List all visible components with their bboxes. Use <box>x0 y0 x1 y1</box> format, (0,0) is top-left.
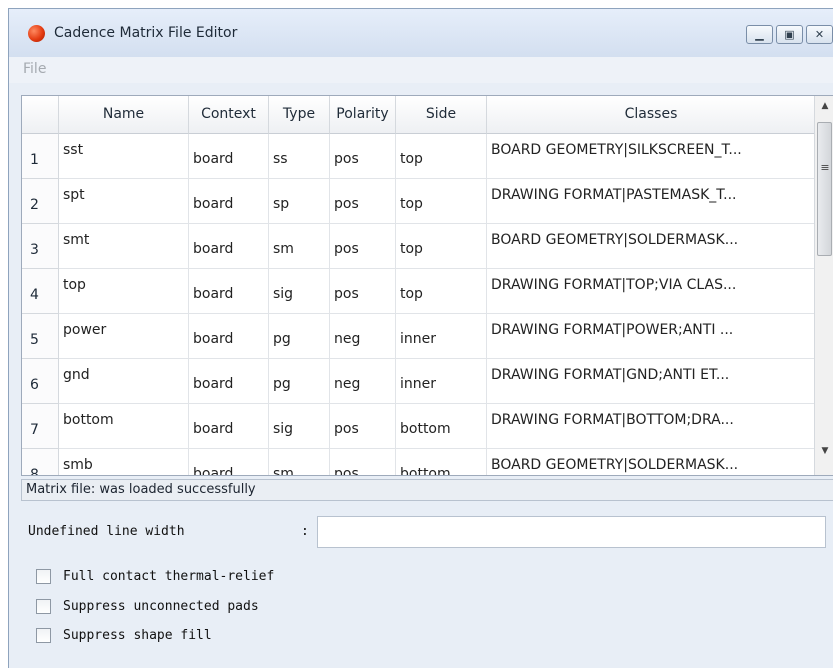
column-header-side[interactable]: Side <box>396 96 487 134</box>
scroll-down-icon[interactable]: ▼ <box>815 441 833 461</box>
cell-polarity[interactable]: pos <box>330 269 396 314</box>
full-contact-checkbox[interactable] <box>36 569 51 584</box>
close-button[interactable]: ✕ <box>806 25 833 44</box>
cell-name[interactable]: spt <box>59 179 189 224</box>
cell-name[interactable]: bottom <box>59 404 189 449</box>
cadence-logo-icon <box>28 25 45 42</box>
row-header[interactable]: 7 <box>22 404 59 449</box>
maximize-icon: ▣ <box>784 28 795 41</box>
column-header-context[interactable]: Context <box>189 96 269 134</box>
checkbox-row-suppress-pads[interactable]: Suppress unconnected pads <box>36 599 259 614</box>
cell-side[interactable]: top <box>396 269 487 314</box>
cell-polarity[interactable]: neg <box>330 314 396 359</box>
cell-type[interactable]: sig <box>269 404 330 449</box>
cell-classes[interactable]: BOARD GEOMETRY|SOLDERMASK... <box>487 449 816 475</box>
cell-classes[interactable]: DRAWING FORMAT|BOTTOM;DRA... <box>487 404 816 449</box>
cell-classes[interactable]: DRAWING FORMAT|PASTEMASK_T... <box>487 179 816 224</box>
cell-name[interactable]: power <box>59 314 189 359</box>
window-title: Cadence Matrix File Editor <box>54 25 238 41</box>
cell-context[interactable]: board <box>189 314 269 359</box>
column-header-classes[interactable]: Classes <box>487 96 816 134</box>
cell-side[interactable]: top <box>396 224 487 269</box>
cell-type[interactable]: pg <box>269 359 330 404</box>
row-header[interactable]: 1 <box>22 134 59 179</box>
cell-side[interactable]: top <box>396 134 487 179</box>
scroll-grip-icon: ≡ <box>820 161 830 174</box>
line-width-input[interactable] <box>317 516 826 548</box>
cell-type[interactable]: pg <box>269 314 330 359</box>
cell-polarity[interactable]: pos <box>330 224 396 269</box>
column-header-name[interactable]: Name <box>59 96 189 134</box>
menu-file[interactable]: File <box>23 61 46 77</box>
row-header[interactable]: 6 <box>22 359 59 404</box>
row-header[interactable]: 2 <box>22 179 59 224</box>
line-width-label: Undefined line width <box>28 524 185 539</box>
cell-name[interactable]: smt <box>59 224 189 269</box>
cell-type[interactable]: sm <box>269 449 330 475</box>
cell-polarity[interactable]: neg <box>330 359 396 404</box>
corner-header <box>22 96 59 134</box>
full-contact-label: Full contact thermal-relief <box>63 569 275 584</box>
cell-type[interactable]: sig <box>269 269 330 314</box>
maximize-button[interactable]: ▣ <box>776 25 803 44</box>
cell-context[interactable]: board <box>189 359 269 404</box>
cell-side[interactable]: bottom <box>396 404 487 449</box>
suppress-fill-checkbox[interactable] <box>36 628 51 643</box>
row-header[interactable]: 8 <box>22 449 59 475</box>
cell-type[interactable]: ss <box>269 134 330 179</box>
status-bar: Matrix file: was loaded successfully <box>21 479 833 501</box>
cell-name[interactable]: gnd <box>59 359 189 404</box>
cell-classes[interactable]: DRAWING FORMAT|POWER;ANTI ... <box>487 314 816 359</box>
checkbox-row-suppress-fill[interactable]: Suppress shape fill <box>36 628 212 643</box>
column-header-polarity[interactable]: Polarity <box>330 96 396 134</box>
cell-classes[interactable]: DRAWING FORMAT|TOP;VIA CLAS... <box>487 269 816 314</box>
suppress-fill-label: Suppress shape fill <box>63 628 212 643</box>
cell-polarity[interactable]: pos <box>330 179 396 224</box>
cell-context[interactable]: board <box>189 269 269 314</box>
cell-classes[interactable]: DRAWING FORMAT|GND;ANTI ET... <box>487 359 816 404</box>
cell-name[interactable]: smb <box>59 449 189 475</box>
cell-side[interactable]: bottom <box>396 449 487 475</box>
suppress-pads-checkbox[interactable] <box>36 599 51 614</box>
editor-window: Cadence Matrix File Editor ▁ ▣ ✕ File Na… <box>8 8 833 668</box>
title-bar[interactable]: Cadence Matrix File Editor ▁ ▣ ✕ <box>9 9 833 57</box>
cell-context[interactable]: board <box>189 404 269 449</box>
cell-side[interactable]: inner <box>396 359 487 404</box>
cell-classes[interactable]: BOARD GEOMETRY|SOLDERMASK... <box>487 224 816 269</box>
menu-bar: File <box>9 57 833 83</box>
cell-type[interactable]: sp <box>269 179 330 224</box>
checkbox-row-full-contact[interactable]: Full contact thermal-relief <box>36 569 274 584</box>
table-scrollbar[interactable]: ▲ ≡ ▼ <box>814 96 833 475</box>
cell-context[interactable]: board <box>189 224 269 269</box>
matrix-table: Name Context Type Polarity Side Classes … <box>21 95 833 476</box>
row-header[interactable]: 3 <box>22 224 59 269</box>
minimize-icon: ▁ <box>755 28 764 41</box>
cell-side[interactable]: top <box>396 179 487 224</box>
column-header-type[interactable]: Type <box>269 96 330 134</box>
scroll-up-icon[interactable]: ▲ <box>815 96 833 116</box>
suppress-pads-label: Suppress unconnected pads <box>63 599 259 614</box>
cell-name[interactable]: top <box>59 269 189 314</box>
close-icon: ✕ <box>814 28 825 41</box>
cell-name[interactable]: sst <box>59 134 189 179</box>
cell-polarity[interactable]: pos <box>330 404 396 449</box>
cell-context[interactable]: board <box>189 449 269 475</box>
cell-polarity[interactable]: pos <box>330 449 396 475</box>
row-header[interactable]: 5 <box>22 314 59 359</box>
minimize-button[interactable]: ▁ <box>746 25 773 44</box>
cell-context[interactable]: board <box>189 134 269 179</box>
cell-side[interactable]: inner <box>396 314 487 359</box>
row-header[interactable]: 4 <box>22 269 59 314</box>
cell-context[interactable]: board <box>189 179 269 224</box>
cell-polarity[interactable]: pos <box>330 134 396 179</box>
cell-classes[interactable]: BOARD GEOMETRY|SILKSCREEN_T... <box>487 134 816 179</box>
cell-type[interactable]: sm <box>269 224 330 269</box>
scrollbar-thumb[interactable] <box>817 122 832 256</box>
line-width-colon: : <box>301 524 309 539</box>
